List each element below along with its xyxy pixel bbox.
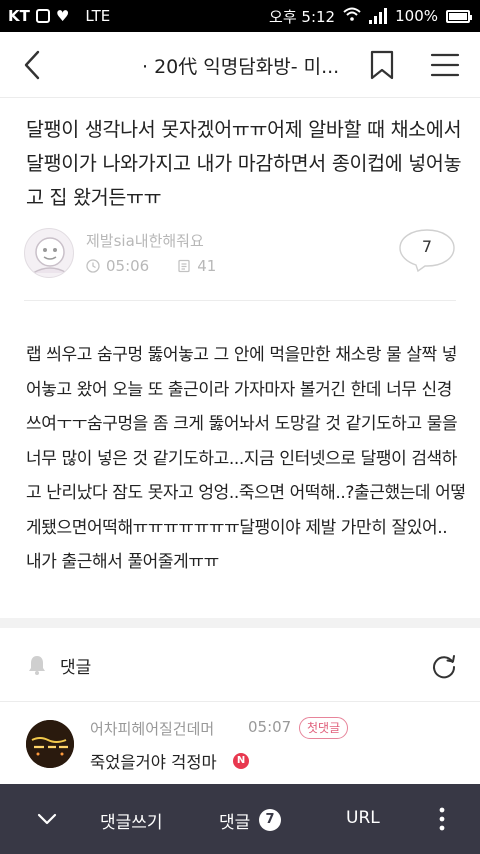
clock-icon [86, 259, 100, 273]
avatar-illustration-icon [32, 237, 68, 274]
heart-icon: ♥ [55, 7, 70, 25]
menu-button[interactable] [430, 52, 460, 78]
refresh-button[interactable] [430, 652, 458, 680]
write-comment-button[interactable]: 댓글쓰기 [100, 808, 163, 833]
new-badge: N [233, 753, 249, 769]
back-button[interactable] [18, 50, 48, 80]
notification-icon [35, 9, 50, 23]
chevron-left-icon [24, 50, 40, 80]
post-title: 달팽이 생각나서 못자겠어ㅠㅠ어제 알바할 때 채소에서 달팽이가 나와가지고 … [26, 118, 462, 209]
post-time: 05:06 [106, 257, 150, 275]
comments-button[interactable]: 댓글 [219, 808, 250, 833]
battery-icon [446, 9, 472, 23]
network-label: LTE [85, 7, 111, 25]
bottom-action-bar: 댓글쓰기 댓글 7 URL [0, 784, 480, 854]
post-views: 41 [197, 257, 217, 275]
chevron-down-icon [37, 813, 57, 825]
comment-time: 05:07 [248, 718, 292, 736]
collapse-button[interactable] [36, 808, 58, 830]
comment-author[interactable]: 어차피헤어질건데머 [90, 718, 214, 739]
signal-icon [369, 8, 388, 24]
refresh-icon [433, 655, 456, 679]
comment-count-bubble[interactable]: 7 [398, 228, 456, 272]
app-header: · 20代 익명담화방- 미... [0, 32, 480, 98]
board-title[interactable]: · 20代 익명담화방- 미... [142, 52, 352, 79]
comments-header: 댓글 [0, 628, 480, 702]
section-gap [0, 618, 480, 628]
comment-item: 어차피헤어질건데머 05:07 첫댓글 죽었을거야 걱정마 N [0, 703, 480, 785]
status-time: 오후 5:12 [269, 7, 336, 26]
status-right: 오후 5:12 100% [269, 0, 472, 32]
bookmark-button[interactable] [368, 50, 396, 80]
comments-count-badge[interactable]: 7 [259, 809, 281, 831]
post-body: 랩 씌우고 숨구멍 뚫어놓고 그 안에 먹을만한 채소랑 물 살짝 넣어놓고 왔… [26, 345, 466, 572]
carrier-label: KT [8, 7, 30, 25]
hamburger-icon [430, 53, 460, 77]
comment-bubble-count: 7 [421, 237, 433, 256]
more-options-button[interactable] [438, 806, 446, 832]
first-comment-badge: 첫댓글 [299, 717, 349, 739]
comment-text: 죽었을거야 걱정마 [90, 753, 217, 772]
author-avatar[interactable] [24, 228, 74, 278]
commenter-avatar[interactable] [26, 720, 74, 768]
post-meta: 05:06 41 [86, 257, 216, 275]
more-vertical-icon [439, 807, 445, 831]
bell-icon[interactable] [26, 654, 48, 676]
divider [24, 300, 456, 301]
battery-percent: 100% [395, 7, 438, 25]
views-icon [178, 259, 190, 273]
author-name[interactable]: 제발sia내한해줘요 [86, 230, 204, 251]
url-button[interactable]: URL [346, 808, 380, 828]
status-left: KT ♥ LTE [0, 7, 110, 25]
bookmark-icon [370, 50, 394, 80]
comments-label: 댓글 [60, 658, 92, 678]
status-bar: KT ♥ LTE 오후 5:12 100% [0, 0, 480, 32]
neon-sign-icon [26, 720, 74, 768]
wifi-icon [343, 7, 361, 25]
